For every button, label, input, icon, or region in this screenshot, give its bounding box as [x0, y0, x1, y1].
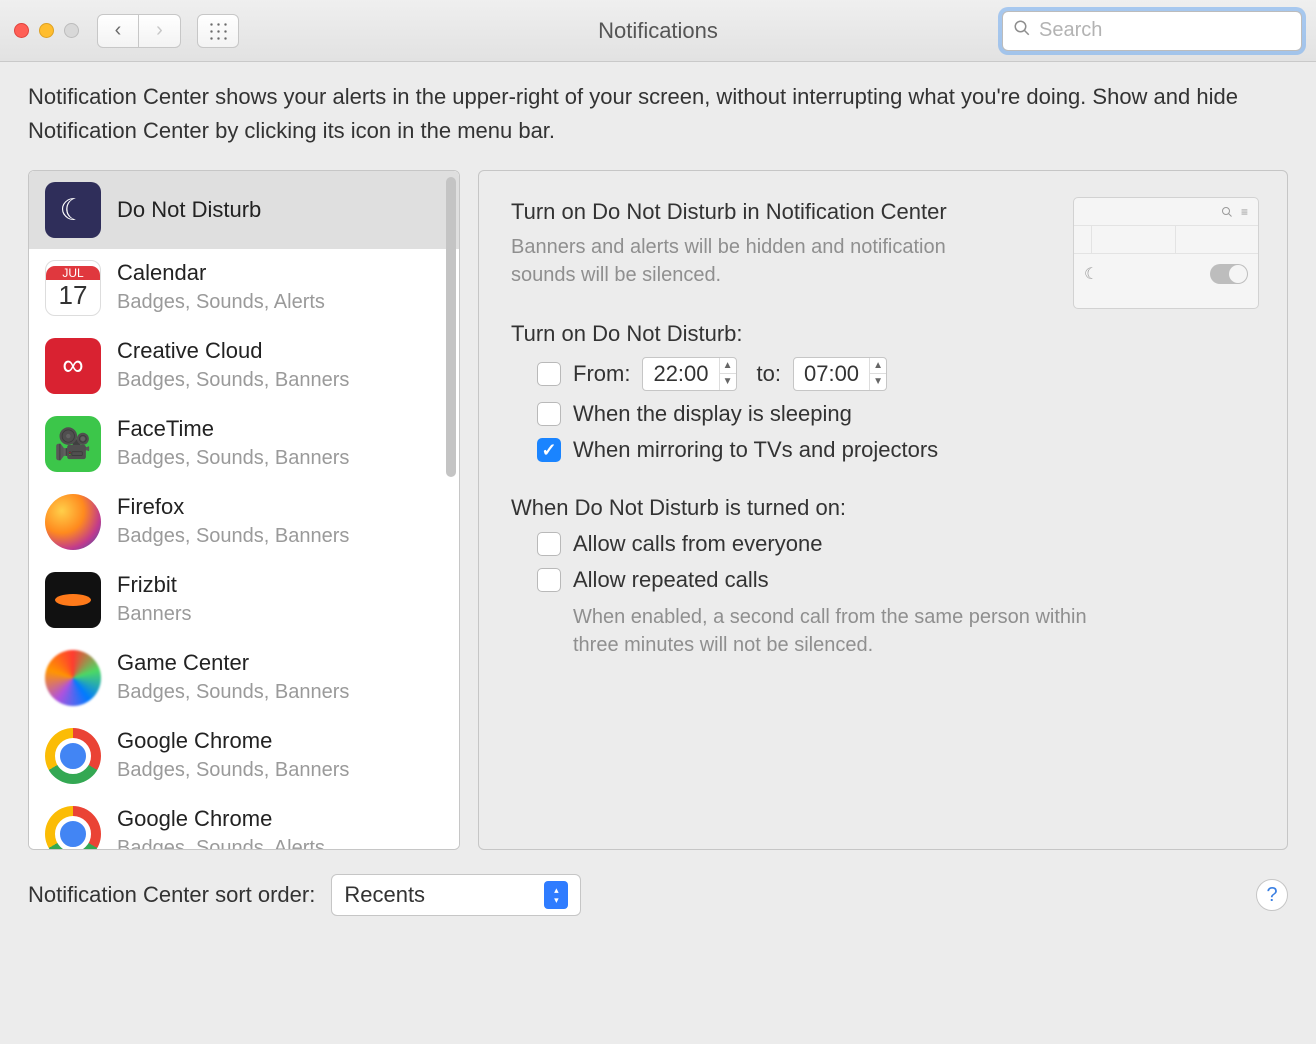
- zoom-window-button[interactable]: [64, 23, 79, 38]
- notification-center-preview: ≡ ☾: [1073, 197, 1259, 309]
- app-subtitle: Badges, Sounds, Alerts: [117, 288, 325, 316]
- sidebar-item-google-chrome[interactable]: Google ChromeBadges, Sounds, Banners: [29, 717, 459, 795]
- scrollbar-thumb[interactable]: [446, 177, 456, 477]
- to-time-field[interactable]: 07:00 ▲▼: [793, 357, 887, 391]
- search-mini-icon: [1221, 206, 1233, 218]
- app-subtitle: Badges, Sounds, Alerts: [117, 834, 325, 849]
- to-label: to:: [757, 361, 781, 387]
- checkbox[interactable]: [537, 568, 561, 592]
- option-label: When mirroring to TVs and projectors: [573, 437, 938, 463]
- checkbox[interactable]: [537, 402, 561, 426]
- app-icon: ∞: [45, 338, 101, 394]
- search-input[interactable]: [1039, 19, 1291, 42]
- sidebar-item-creative-cloud[interactable]: ∞ Creative CloudBadges, Sounds, Banners: [29, 327, 459, 405]
- app-name: FaceTime: [117, 416, 349, 442]
- app-subtitle: Badges, Sounds, Banners: [117, 366, 349, 394]
- app-icon: 🎥: [45, 416, 101, 472]
- footer: Notification Center sort order: Recents …: [0, 850, 1316, 940]
- dnd-toggle-preview: [1210, 264, 1248, 284]
- list-mini-icon: ≡: [1241, 205, 1248, 219]
- sidebar-item-game-center[interactable]: Game CenterBadges, Sounds, Banners: [29, 639, 459, 717]
- app-name: Creative Cloud: [117, 338, 349, 364]
- app-sidebar: ☾Do Not DisturbJUL17CalendarBadges, Soun…: [28, 170, 460, 850]
- app-subtitle: Badges, Sounds, Banners: [117, 678, 349, 706]
- app-icon: ☾: [45, 182, 101, 238]
- app-name: Google Chrome: [117, 728, 349, 754]
- app-subtitle: Badges, Sounds, Banners: [117, 522, 349, 550]
- from-time-field[interactable]: 22:00 ▲▼: [642, 357, 736, 391]
- app-subtitle: Badges, Sounds, Banners: [117, 444, 349, 472]
- sidebar-item-frizbit[interactable]: FrizbitBanners: [29, 561, 459, 639]
- schedule-label: Turn on Do Not Disturb:: [511, 321, 1255, 347]
- app-icon: JUL17: [45, 260, 101, 316]
- forward-button[interactable]: ›: [139, 14, 181, 48]
- window-title: Notifications: [598, 18, 718, 44]
- help-button[interactable]: ?: [1256, 879, 1288, 911]
- detail-panel: ≡ ☾ Turn on Do Not Disturb in Notificati…: [478, 170, 1288, 850]
- pane-description: Notification Center shows your alerts in…: [0, 62, 1316, 152]
- app-icon: [45, 650, 101, 706]
- search-icon: [1013, 19, 1031, 42]
- select-arrows-icon: ▴▾: [544, 881, 568, 909]
- traffic-lights: [14, 23, 79, 38]
- sidebar-item-calendar[interactable]: JUL17 CalendarBadges, Sounds, Alerts: [29, 249, 459, 327]
- detail-heading: Turn on Do Not Disturb in Notification C…: [511, 199, 961, 225]
- app-name: Calendar: [117, 260, 325, 286]
- repeated-calls-note: When enabled, a second call from the sam…: [573, 603, 1133, 659]
- app-name: Do Not Disturb: [117, 197, 261, 223]
- sidebar-item-facetime[interactable]: 🎥 FaceTimeBadges, Sounds, Banners: [29, 405, 459, 483]
- sort-order-label: Notification Center sort order:: [28, 882, 315, 908]
- checkbox[interactable]: [537, 438, 561, 462]
- from-label: From:: [573, 361, 630, 387]
- from-time-value: 22:00: [643, 361, 718, 387]
- app-name: Firefox: [117, 494, 349, 520]
- window-toolbar: ‹ › Notifications: [0, 0, 1316, 62]
- app-name: Google Chrome: [117, 806, 325, 832]
- turned-on-label: When Do Not Disturb is turned on:: [511, 495, 1255, 521]
- app-name: Game Center: [117, 650, 349, 676]
- sort-order-value: Recents: [344, 882, 425, 908]
- app-icon: [45, 728, 101, 784]
- detail-subheading: Banners and alerts will be hidden and no…: [511, 233, 951, 289]
- back-button[interactable]: ‹: [97, 14, 139, 48]
- show-all-prefs-button[interactable]: [197, 14, 239, 48]
- app-icon: [45, 806, 101, 849]
- sidebar-item-firefox[interactable]: FirefoxBadges, Sounds, Banners: [29, 483, 459, 561]
- minimize-window-button[interactable]: [39, 23, 54, 38]
- app-name: Frizbit: [117, 572, 192, 598]
- sidebar-item-google-chrome[interactable]: Google Chrome Badges, Sounds, Alerts: [29, 795, 459, 849]
- close-window-button[interactable]: [14, 23, 29, 38]
- search-field[interactable]: [1002, 11, 1302, 51]
- sidebar-item-do-not-disturb[interactable]: ☾ Do Not Disturb: [29, 171, 459, 249]
- sort-order-select[interactable]: Recents ▴▾: [331, 874, 581, 916]
- option-label: Allow calls from everyone: [573, 531, 822, 557]
- app-icon: [45, 494, 101, 550]
- moon-mini-icon: ☾: [1084, 264, 1098, 284]
- app-subtitle: Badges, Sounds, Banners: [117, 756, 349, 784]
- from-time-stepper[interactable]: ▲▼: [719, 358, 736, 390]
- nav-back-forward: ‹ ›: [97, 14, 181, 48]
- to-time-stepper[interactable]: ▲▼: [869, 358, 886, 390]
- checkbox[interactable]: [537, 532, 561, 556]
- to-time-value: 07:00: [794, 361, 869, 387]
- app-icon: [45, 572, 101, 628]
- option-label: Allow repeated calls: [573, 567, 769, 593]
- app-subtitle: Banners: [117, 600, 192, 628]
- schedule-enable-checkbox[interactable]: [537, 362, 561, 386]
- grid-icon: [208, 21, 228, 41]
- option-label: When the display is sleeping: [573, 401, 852, 427]
